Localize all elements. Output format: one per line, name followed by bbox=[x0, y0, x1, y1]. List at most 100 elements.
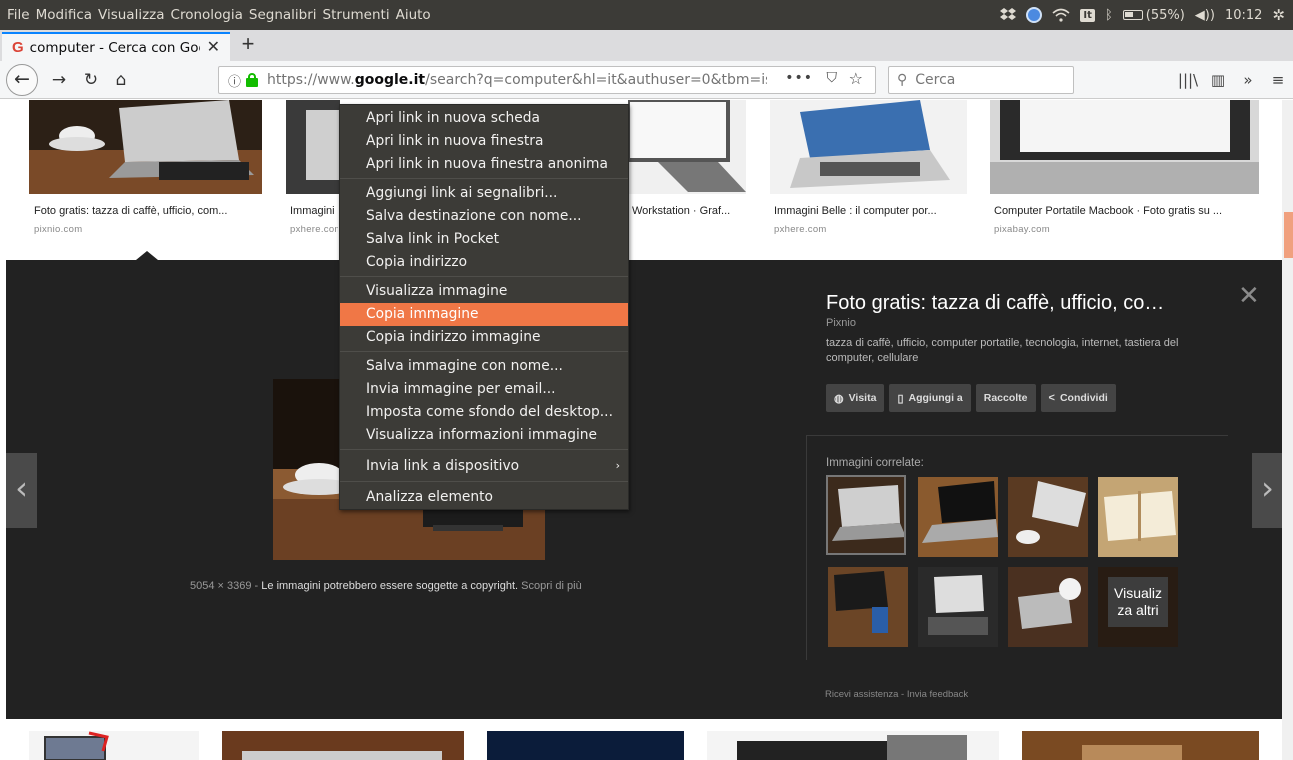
clock[interactable]: 10:12 bbox=[1225, 8, 1262, 23]
result-source-2: pxhere.com bbox=[290, 224, 338, 235]
forward-button[interactable]: → bbox=[46, 68, 72, 92]
power-gear-icon[interactable]: ✲ bbox=[1272, 6, 1285, 24]
ctx-open-private-window[interactable]: Apri link in nuova finestra anonima bbox=[340, 153, 628, 176]
menu-strumenti[interactable]: Strumenti bbox=[323, 7, 390, 23]
ctx-send-link-to-device[interactable]: Invia link a dispositivo › bbox=[340, 455, 628, 478]
related-image-7[interactable] bbox=[1008, 567, 1088, 647]
ctx-bookmark-link[interactable]: Aggiungi link ai segnalibri... bbox=[340, 182, 628, 205]
visit-button[interactable]: ◍ Visita bbox=[826, 384, 885, 412]
detail-title[interactable]: Foto gratis: tazza di caffè, ufficio, co… bbox=[826, 292, 1164, 315]
ctx-email-image[interactable]: Invia immagine per email... bbox=[340, 378, 628, 401]
page-actions-icon[interactable]: ••• bbox=[785, 70, 813, 86]
ctx-separator bbox=[340, 449, 628, 450]
ctx-copy-image[interactable]: Copia immagine bbox=[340, 303, 628, 326]
menu-segnalibri[interactable]: Segnalibri bbox=[249, 7, 317, 23]
collections-button[interactable]: Raccolte bbox=[975, 384, 1036, 412]
add-to-button[interactable]: ▯ Aggiungi a bbox=[889, 384, 971, 412]
ctx-inspect-element[interactable]: Analizza elemento bbox=[340, 486, 628, 509]
detail-actions: ◍ Visita ▯ Aggiungi a Raccolte < Condividi bbox=[826, 384, 1116, 412]
url-bar[interactable]: ⓘ https://www.google.it/search?q=compute… bbox=[218, 66, 876, 94]
reload-button[interactable]: ↻ bbox=[78, 68, 104, 92]
hamburger-menu-icon[interactable]: ≡ bbox=[1263, 71, 1293, 89]
ctx-save-image-as[interactable]: Salva immagine con nome... bbox=[340, 355, 628, 378]
volume-icon[interactable]: ◀)) bbox=[1195, 8, 1215, 23]
result-image-7[interactable] bbox=[222, 731, 464, 760]
battery-indicator[interactable]: (55%) bbox=[1122, 8, 1185, 23]
url-text[interactable]: https://www.google.it/search?q=computer&… bbox=[267, 72, 767, 88]
ctx-copy-image-address[interactable]: Copia indirizzo immagine bbox=[340, 326, 628, 349]
bluetooth-icon[interactable]: ᛒ bbox=[1105, 8, 1113, 23]
result-image-8[interactable] bbox=[487, 731, 684, 760]
ctx-copy-link[interactable]: Copia indirizzo bbox=[340, 251, 628, 274]
result-image-2[interactable] bbox=[286, 100, 340, 194]
menu-modifica[interactable]: Modifica bbox=[36, 7, 92, 23]
screen: File Modifica Visualizza Cronologia Segn… bbox=[0, 0, 1293, 760]
ctx-send-link-label: Invia link a dispositivo bbox=[366, 458, 520, 474]
ctx-save-link-as[interactable]: Salva destinazione con nome... bbox=[340, 205, 628, 228]
result-caption-5[interactable]: Computer Portatile Macbook · Foto gratis… bbox=[994, 205, 1260, 217]
result-caption-1[interactable]: Foto gratis: tazza di caffè, ufficio, co… bbox=[34, 205, 259, 217]
tab-close-icon[interactable]: ✕ bbox=[207, 37, 220, 56]
sidebar-icon[interactable]: ▥ bbox=[1203, 71, 1233, 89]
add-to-label: Aggiungi a bbox=[908, 392, 963, 404]
result-caption-3[interactable]: Workstation · Graf... bbox=[632, 205, 750, 217]
view-more-label-1: Visualiz bbox=[1114, 585, 1162, 601]
home-button[interactable]: ⌂ bbox=[108, 68, 134, 92]
wifi-icon[interactable] bbox=[1052, 8, 1070, 22]
library-icon[interactable]: |||\ bbox=[1173, 71, 1203, 89]
next-image-button[interactable]: › bbox=[1252, 453, 1282, 528]
menu-cronologia[interactable]: Cronologia bbox=[171, 7, 243, 23]
new-tab-button[interactable]: + bbox=[236, 31, 260, 57]
result-image-5[interactable] bbox=[990, 100, 1259, 194]
chat-status-icon[interactable] bbox=[1026, 7, 1043, 23]
pocket-icon[interactable]: ⛉ bbox=[827, 70, 838, 86]
view-more-tile[interactable]: Visualiz za altri bbox=[1098, 567, 1178, 647]
back-button[interactable]: ← bbox=[6, 64, 38, 96]
feedback-links[interactable]: Ricevi assistenza - Invia feedback bbox=[825, 689, 968, 700]
previous-image-button[interactable]: ‹ bbox=[6, 453, 37, 528]
ubuntu-top-panel: File Modifica Visualizza Cronologia Segn… bbox=[0, 0, 1293, 30]
share-button[interactable]: < Condividi bbox=[1040, 384, 1116, 412]
tab-strip: G computer - Cerca con Google ✕ + bbox=[0, 30, 1293, 61]
menu-visualizza[interactable]: Visualizza bbox=[98, 7, 165, 23]
tab-google-search[interactable]: G computer - Cerca con Google ✕ bbox=[2, 32, 230, 61]
site-info-icon[interactable]: ⓘ bbox=[228, 71, 241, 90]
ctx-set-desktop-background[interactable]: Imposta come sfondo del desktop... bbox=[340, 401, 628, 424]
overflow-chevron-icon[interactable]: » bbox=[1233, 71, 1263, 89]
keyboard-layout-indicator[interactable]: It bbox=[1080, 8, 1095, 22]
related-image-5[interactable] bbox=[828, 567, 908, 647]
related-image-3[interactable] bbox=[1008, 477, 1088, 557]
search-bar[interactable]: ⚲ Cerca bbox=[888, 66, 1074, 94]
result-image-10[interactable] bbox=[1022, 731, 1259, 760]
result-caption-2[interactable]: Immagini Belle : computer... bbox=[290, 205, 338, 217]
share-label: Condividi bbox=[1059, 392, 1108, 404]
scrollbar-thumb[interactable] bbox=[1284, 212, 1293, 258]
menu-aiuto[interactable]: Aiuto bbox=[396, 7, 431, 23]
result-image-3[interactable] bbox=[628, 100, 746, 194]
menu-file[interactable]: File bbox=[7, 7, 30, 23]
page-scrollbar[interactable] bbox=[1282, 100, 1293, 760]
page-content: Foto gratis: tazza di caffè, ufficio, co… bbox=[0, 100, 1282, 760]
lock-icon[interactable] bbox=[246, 73, 259, 87]
related-image-4[interactable] bbox=[1098, 477, 1178, 557]
ctx-separator bbox=[340, 178, 628, 179]
result-caption-4[interactable]: Immagini Belle : il computer por... bbox=[774, 205, 970, 217]
related-image-1[interactable] bbox=[826, 475, 906, 555]
result-image-6[interactable] bbox=[29, 731, 199, 760]
ctx-open-new-tab[interactable]: Apri link in nuova scheda bbox=[340, 107, 628, 130]
bookmark-star-icon[interactable]: ☆ bbox=[849, 69, 863, 88]
dropbox-icon[interactable] bbox=[1000, 8, 1017, 22]
result-image-4[interactable] bbox=[770, 100, 967, 194]
close-detail-icon[interactable]: ✕ bbox=[1238, 281, 1260, 311]
result-image-9[interactable] bbox=[707, 731, 999, 760]
ctx-view-image-info[interactable]: Visualizza informazioni immagine bbox=[340, 424, 628, 447]
ctx-open-new-window[interactable]: Apri link in nuova finestra bbox=[340, 130, 628, 153]
learn-more-link[interactable]: Scopri di più bbox=[521, 580, 582, 592]
related-image-6[interactable] bbox=[918, 567, 998, 647]
related-image-2[interactable] bbox=[918, 477, 998, 557]
share-icon: < bbox=[1048, 392, 1055, 404]
ctx-save-to-pocket[interactable]: Salva link in Pocket bbox=[340, 228, 628, 251]
ctx-view-image[interactable]: Visualizza immagine bbox=[340, 280, 628, 303]
result-image-1[interactable] bbox=[29, 100, 262, 194]
system-indicators: It ᛒ (55%) ◀)) 10:12 ✲ bbox=[1000, 0, 1285, 30]
